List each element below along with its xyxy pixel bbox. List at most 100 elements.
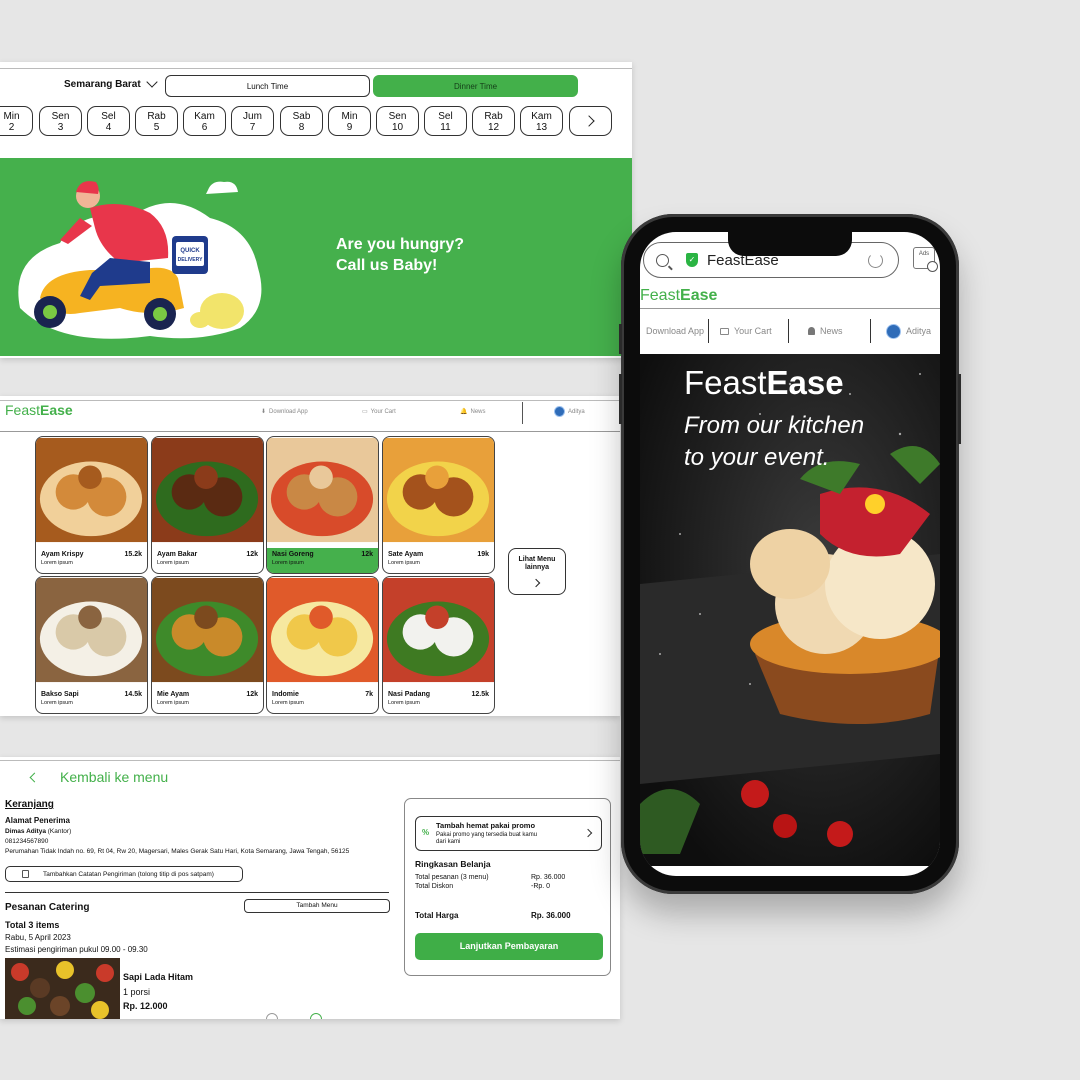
- chevron-down-icon: [146, 76, 158, 88]
- menu-item-name: Indomie: [272, 691, 299, 698]
- nav-label: Aditya: [568, 408, 585, 415]
- nav-your-cart[interactable]: Your Cart: [720, 319, 772, 343]
- cart-panel: Kembali ke menu Keranjang Alamat Penerim…: [0, 757, 620, 1019]
- order-total-label: Total pesanan (3 menu): [415, 874, 489, 881]
- discount-value: -Rp. 0: [531, 883, 551, 890]
- nav-label: Download App: [269, 408, 308, 415]
- menu-item-description: Lorem ipsum: [41, 560, 73, 566]
- note-icon: [22, 870, 29, 878]
- back-to-menu-link[interactable]: Kembali ke menu: [29, 769, 168, 785]
- menu-card-info: Ayam Bakar 12k Lorem ipsum: [152, 548, 263, 573]
- day-date: 11: [440, 122, 451, 133]
- nav-news[interactable]: News: [808, 319, 843, 343]
- day-pill[interactable]: Sen 10: [376, 106, 419, 136]
- promo-button[interactable]: % Tambah hemat pakai promo Pakai promo y…: [415, 816, 602, 851]
- day-pill[interactable]: Kam 6: [183, 106, 226, 136]
- menu-item-description: Lorem ipsum: [388, 560, 420, 566]
- menu-card[interactable]: Indomie 7k Lorem ipsum: [266, 576, 379, 714]
- nav-user-profile[interactable]: Aditya: [554, 406, 585, 417]
- day-name: Sel: [101, 111, 116, 122]
- city-label: Semarang Barat: [64, 79, 141, 90]
- menu-item-description: Lorem ipsum: [272, 700, 304, 706]
- nav-divider: [788, 319, 789, 343]
- day-name: Rab: [484, 111, 503, 122]
- day-pill[interactable]: Rab 12: [472, 106, 515, 136]
- next-days-button[interactable]: [569, 106, 612, 136]
- menu-item-description: Lorem ipsum: [157, 700, 189, 706]
- food-image: [36, 437, 147, 543]
- day-name: Sen: [51, 111, 70, 122]
- continue-payment-button[interactable]: Lanjutkan Pembayaran: [415, 933, 603, 960]
- day-pill[interactable]: Sab 8: [280, 106, 323, 136]
- menu-card[interactable]: Nasi Goreng 12k Lorem ipsum: [266, 436, 379, 574]
- add-menu-button[interactable]: Tambah Menu: [244, 899, 390, 913]
- menu-card[interactable]: Ayam Bakar 12k Lorem ipsum: [151, 436, 264, 574]
- day-pill[interactable]: Rab 5: [135, 106, 178, 136]
- see-more-menu-button[interactable]: Lihat Menu lainnya: [508, 548, 566, 595]
- food-image: [383, 577, 494, 683]
- day-date: 12: [487, 122, 500, 133]
- logo[interactable]: FeastEase: [640, 287, 717, 305]
- menu-item-description: Lorem ipsum: [388, 700, 420, 706]
- menu-card[interactable]: Ayam Krispy 15.2k Lorem ipsum: [35, 436, 148, 574]
- divider: [640, 308, 940, 309]
- recipient-address: Perumahan Tidak Indah no. 69, Rt 04, Rw …: [5, 848, 350, 855]
- promo-banner: QUICK DELIVERY Are you hungry? Call us B…: [0, 158, 632, 356]
- day-pill[interactable]: Min 9: [328, 106, 371, 136]
- nav-label: Your Cart: [734, 326, 772, 336]
- chevron-right-icon: [583, 828, 593, 838]
- food-image: [152, 577, 263, 683]
- day-pill[interactable]: Jum 7: [231, 106, 274, 136]
- phone-side-button: [619, 324, 622, 354]
- dinner-time-button[interactable]: Dinner Time: [373, 75, 578, 97]
- menu-item-price: 12k: [246, 691, 258, 698]
- grand-total-label: Total Harga: [415, 911, 459, 920]
- menu-card-info: Ayam Krispy 15.2k Lorem ipsum: [36, 548, 147, 573]
- shield-icon: ✓: [686, 253, 698, 267]
- delivery-estimate: Estimasi pengiriman pukul 09.00 - 09.30: [5, 945, 148, 954]
- percent-icon: %: [422, 828, 430, 837]
- day-date: 6: [201, 122, 208, 133]
- nav-download-app[interactable]: ⬇ Download App: [261, 408, 308, 416]
- banner-headline: Are you hungry? Call us Baby!: [336, 234, 464, 276]
- menu-item-price: 12k: [361, 551, 373, 558]
- hero-section: FeastEase From our kitchen to your event…: [640, 354, 940, 866]
- day-name: Sab: [292, 111, 311, 122]
- trash-icon[interactable]: [244, 1013, 256, 1019]
- menu-card[interactable]: Nasi Padang 12.5k Lorem ipsum: [382, 576, 495, 714]
- menu-card[interactable]: Mie Ayam 12k Lorem ipsum: [151, 576, 264, 714]
- reload-icon[interactable]: [868, 253, 883, 268]
- nav-label: Download App: [646, 326, 705, 336]
- dish-price: Rp. 12.000: [123, 1001, 168, 1011]
- nav-news[interactable]: 🔔 News: [460, 408, 486, 416]
- day-pill[interactable]: Kam 13: [520, 106, 563, 136]
- discount-label: Total Diskon: [415, 883, 454, 890]
- day-date: 3: [57, 122, 64, 133]
- city-dropdown[interactable]: Semarang Barat: [64, 76, 158, 90]
- day-pill[interactable]: Sel 4: [87, 106, 130, 136]
- menu-card-info: Bakso Sapi 14.5k Lorem ipsum: [36, 688, 147, 713]
- increment-button[interactable]: [310, 1013, 322, 1019]
- day-pill[interactable]: Min 2: [0, 106, 33, 136]
- grand-total-value: Rp. 36.000: [531, 911, 571, 920]
- menu-card[interactable]: Sate Ayam 19k Lorem ipsum: [382, 436, 495, 574]
- day-pill[interactable]: Sen 3: [39, 106, 82, 136]
- see-more-line-2: lainnya: [524, 564, 550, 571]
- nav-download-app[interactable]: Download App: [646, 319, 704, 343]
- nav-user-profile[interactable]: Aditya: [886, 319, 931, 343]
- decrement-button[interactable]: [266, 1013, 278, 1019]
- day-pill[interactable]: Sel 11: [424, 106, 467, 136]
- menu-card[interactable]: Bakso Sapi 14.5k Lorem ipsum: [35, 576, 148, 714]
- day-name: Min: [3, 111, 20, 122]
- nav-your-cart[interactable]: ▭ Your Cart: [362, 408, 396, 416]
- quantity-value: [288, 1013, 300, 1019]
- day-date: 10: [391, 122, 404, 133]
- divider: [0, 68, 632, 69]
- lunch-time-button[interactable]: Lunch Time: [165, 75, 370, 97]
- logo[interactable]: FeastEase: [5, 402, 73, 418]
- add-delivery-note-button[interactable]: Tambahkan Catatan Pengiriman (tolong tit…: [5, 866, 243, 882]
- day-date: 5: [153, 122, 160, 133]
- ad-block-icon[interactable]: Ads: [913, 247, 938, 272]
- hero-brand: FeastEase: [684, 364, 844, 401]
- day-date: 8: [298, 122, 305, 133]
